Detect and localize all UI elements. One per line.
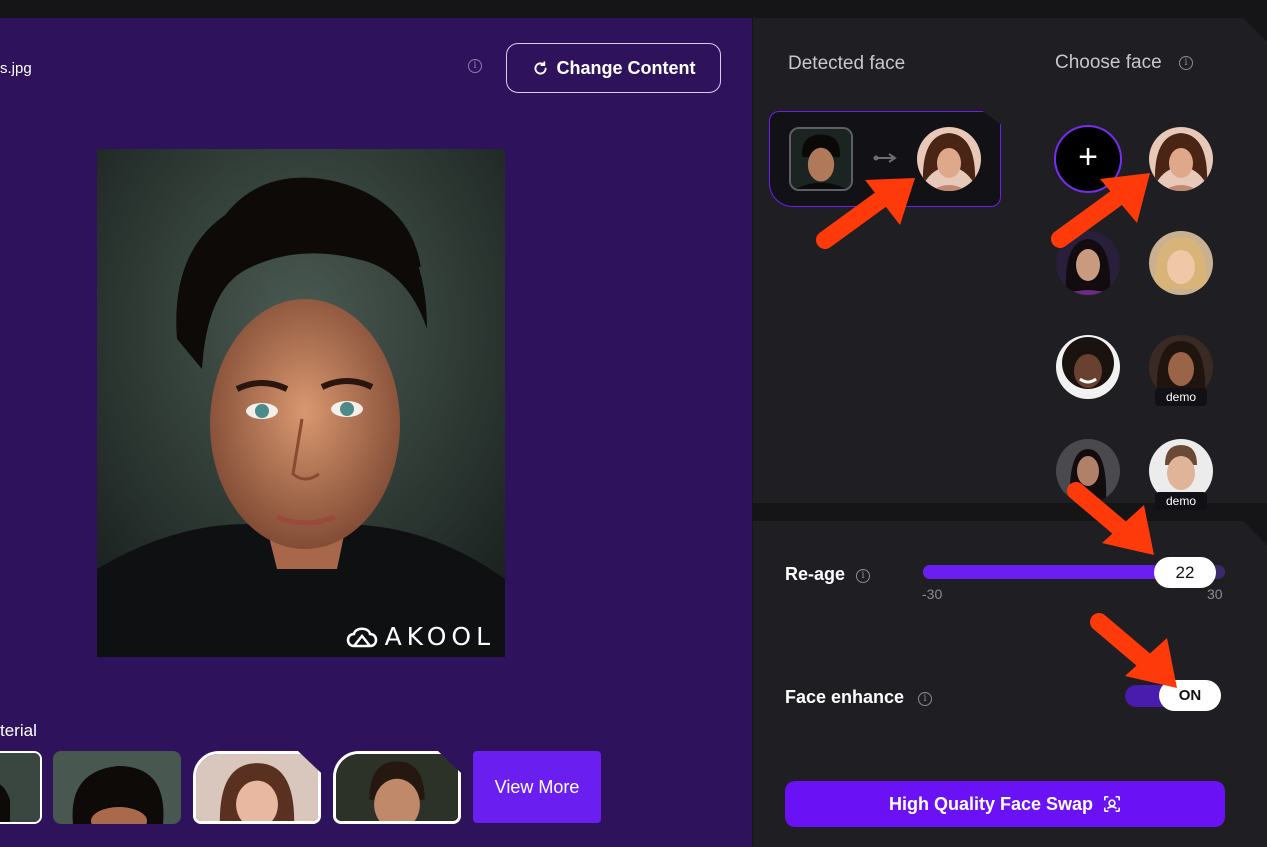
face-option-1[interactable] <box>1149 127 1213 191</box>
choose-face-title: Choose face <box>1055 52 1162 73</box>
view-more-button[interactable]: View More <box>473 751 601 823</box>
reage-slider-fill <box>923 565 1186 579</box>
face-option-4[interactable] <box>1056 335 1120 399</box>
high-quality-face-swap-button[interactable]: High Quality Face Swap <box>785 781 1225 827</box>
content-preview-image: AKOOL <box>97 149 505 657</box>
link-arrow-icon <box>873 153 897 163</box>
watermark-text: AKOOL <box>384 622 495 651</box>
material-thumb-1[interactable] <box>0 751 42 824</box>
detected-face-thumb[interactable] <box>789 127 853 191</box>
face-option-6[interactable] <box>1056 439 1120 503</box>
reage-slider-thumb[interactable]: 22 <box>1154 557 1216 588</box>
material-thumb-4[interactable] <box>333 751 461 824</box>
info-icon[interactable]: i <box>918 692 932 706</box>
app-root: s.jpg i Change Content AKOOL terial View… <box>0 0 1267 847</box>
demo-badge: demo <box>1155 492 1207 510</box>
hq-button-label: High Quality Face Swap <box>888 793 1094 814</box>
material-thumb-2[interactable] <box>53 751 181 824</box>
refresh-icon <box>534 60 547 74</box>
change-content-button[interactable]: Change Content <box>506 43 721 93</box>
detected-face-title: Detected face <box>788 53 906 74</box>
info-icon[interactable]: i <box>1179 56 1193 70</box>
material-section-label: terial <box>0 721 37 740</box>
face-option-2[interactable] <box>1056 231 1120 295</box>
content-panel: s.jpg i Change Content AKOOL terial View… <box>0 18 752 847</box>
info-icon[interactable]: i <box>856 569 870 583</box>
file-name: s.jpg <box>0 60 32 77</box>
akool-logo-icon <box>346 627 377 647</box>
info-icon[interactable]: i <box>468 59 482 73</box>
akool-watermark: AKOOL <box>345 622 495 651</box>
reage-min-label: -30 <box>922 586 943 602</box>
plus-icon: + <box>1078 138 1098 176</box>
face-enhance-toggle-knob[interactable]: ON <box>1159 680 1221 711</box>
face-enhance-label: Face enhance <box>785 687 905 707</box>
add-face-button[interactable]: + <box>1054 125 1122 193</box>
demo-badge: demo <box>1155 388 1207 406</box>
face-scan-icon <box>1104 795 1121 813</box>
portrait-image <box>97 149 505 657</box>
reage-label: Re-age <box>785 564 846 584</box>
top-bar <box>0 0 1267 18</box>
face-option-3[interactable] <box>1149 231 1213 295</box>
material-thumb-3[interactable] <box>193 751 321 824</box>
change-content-label: Change Content <box>556 57 696 78</box>
selected-target-face[interactable] <box>917 127 981 191</box>
reage-max-label: 30 <box>1207 586 1223 602</box>
